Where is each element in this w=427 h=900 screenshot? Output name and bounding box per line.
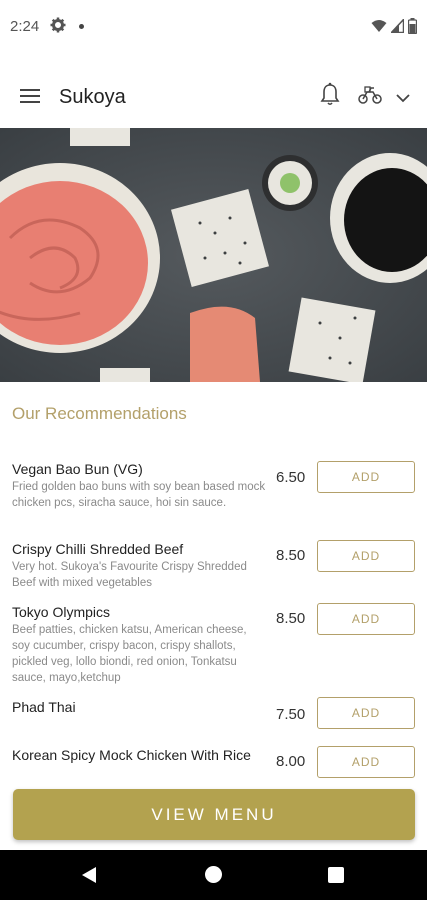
hero-image [0,128,427,382]
back-icon[interactable] [80,866,98,889]
view-menu-button[interactable]: VIEW MENU [13,789,415,840]
home-icon[interactable] [205,866,222,883]
bell-icon[interactable] [320,82,340,111]
item-price: 7.50 [276,706,306,723]
menu-list: Vegan Bao Bun (VG) Fried golden bao buns… [0,455,427,785]
signal-icon [389,17,405,38]
item-price: 8.00 [276,753,306,770]
item-price: 6.50 [276,469,306,486]
status-bar: 2:24 [0,0,427,56]
item-description: Very hot. Sukoya's Favourite Crispy Shre… [12,561,247,589]
add-button[interactable]: ADD [317,540,415,572]
item-name: Tokyo Olympics [12,604,111,620]
list-item: Tokyo Olympics Beef patties, chicken kat… [12,603,417,686]
item-name: Korean Spicy Mock Chicken With Rice [12,747,251,763]
status-time: 2:24 [10,18,40,35]
item-price: 8.50 [276,610,306,627]
navigation-bar [0,850,427,900]
item-name: Phad Thai [12,699,76,715]
list-item: Korean Spicy Mock Chicken With Rice 8.00… [12,746,417,778]
item-description: Fried golden bao buns with soy bean base… [12,481,266,509]
list-item: Vegan Bao Bun (VG) Fried golden bao buns… [12,460,417,511]
list-item: Crispy Chilli Shredded Beef Very hot. Su… [12,540,417,591]
status-icons [371,17,418,39]
add-button[interactable]: ADD [317,697,415,729]
item-name: Crispy Chilli Shredded Beef [12,541,184,557]
recent-apps-icon[interactable] [328,867,344,883]
battery-icon [407,18,418,39]
add-button[interactable]: ADD [317,603,415,635]
settings-icon [50,17,66,38]
notification-dot-icon [79,24,84,29]
item-price: 8.50 [276,547,306,564]
add-button[interactable]: ADD [317,461,415,493]
item-description: Beef patties, chicken katsu, American ch… [12,624,247,684]
section-title: Our Recommendations [12,404,187,423]
list-item: Phad Thai 7.50 ADD [12,697,417,729]
wifi-icon [371,19,387,38]
delivery-bike-icon[interactable] [358,86,382,109]
item-name: Vegan Bao Bun (VG) [12,461,143,477]
menu-icon[interactable] [20,89,40,105]
add-button[interactable]: ADD [317,746,415,778]
app-title: Sukoya [59,86,126,108]
app-bar: Sukoya [0,56,427,128]
chevron-down-icon[interactable] [396,90,410,108]
